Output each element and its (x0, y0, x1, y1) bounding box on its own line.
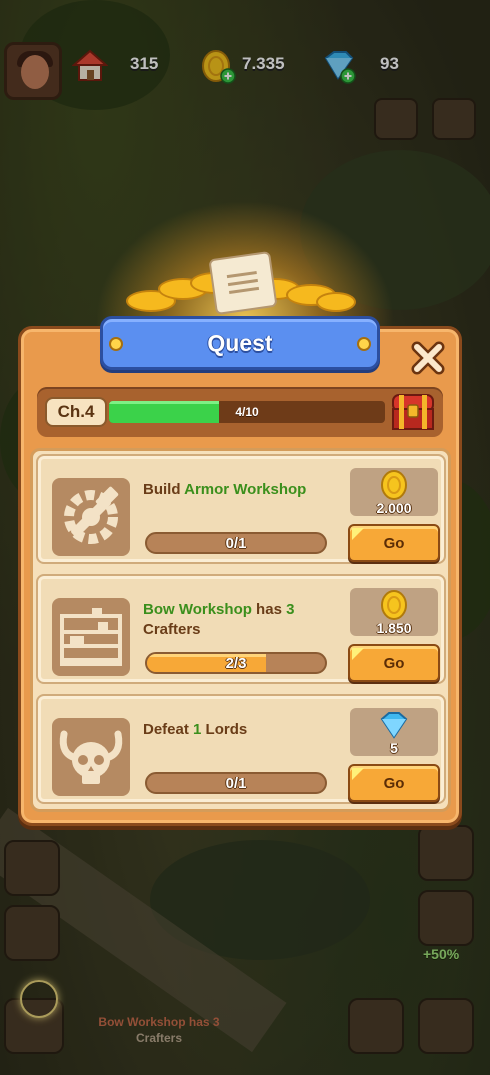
go-button[interactable]: Go (348, 644, 440, 682)
go-button[interactable]: Go (348, 524, 440, 562)
quest-progress-text: 2/3 (225, 654, 247, 672)
quest-progress-bar: 0/1 (145, 532, 327, 554)
chapter-progress-text: 4/10 (235, 405, 259, 419)
quest-card: Bow Workshop has 3 Crafters 2/3 1.850 Go (36, 574, 446, 684)
chapter-progress-bar: 4/10 (109, 401, 385, 423)
quest-title-part: has (251, 601, 287, 618)
treasure-chest-icon[interactable] (389, 389, 437, 433)
quest-progress-bar: 2/3 (145, 652, 327, 674)
quest-progress-text: 0/1 (225, 774, 247, 792)
quest-title-part: Lords (201, 721, 248, 738)
gear-hammer-icon (52, 478, 130, 556)
quest-title: Quest (207, 329, 273, 356)
chapter-progress-row: Ch.4 4/10 (37, 387, 443, 437)
quest-scroll-icon (208, 250, 278, 316)
quest-title-part: 3 (286, 601, 295, 618)
reward-box: 2.000 (350, 468, 438, 516)
quest-title-part: Defeat (143, 721, 194, 738)
gold-coin-icon (380, 470, 408, 500)
quest-title-part: Crafters (143, 621, 201, 638)
reward-box: 5 (350, 708, 438, 756)
reward-value: 2.000 (376, 500, 412, 516)
close-button[interactable] (408, 338, 448, 378)
diamond-icon (380, 710, 408, 740)
reward-value: 1.850 (376, 620, 412, 636)
quest-title: Defeat 1 Lords (143, 720, 333, 740)
close-icon (411, 341, 445, 375)
quest-title-part: Armor Workshop (184, 481, 307, 498)
quest-title: Build Armor Workshop (143, 480, 333, 500)
quest-title-part: Build (143, 481, 185, 498)
horned-skull-icon (52, 718, 130, 796)
chapter-badge: Ch.4 (45, 397, 107, 427)
quest-progress-text: 0/1 (225, 534, 247, 552)
quest-card: Build Armor Workshop 0/1 2.000 Go (36, 454, 446, 564)
quest-title-part: Bow Workshop (143, 601, 252, 618)
go-button[interactable]: Go (348, 764, 440, 802)
quest-progress-bar: 0/1 (145, 772, 327, 794)
quest-card: Defeat 1 Lords 0/1 5 Go (36, 694, 446, 804)
quest-title: Bow Workshop has 3 Crafters (143, 600, 333, 640)
gold-coin-icon (380, 590, 408, 620)
workshop-shelf-icon (52, 598, 130, 676)
reward-value: 5 (390, 740, 398, 756)
quest-title-banner: Quest (100, 316, 380, 370)
reward-box: 1.850 (350, 588, 438, 636)
